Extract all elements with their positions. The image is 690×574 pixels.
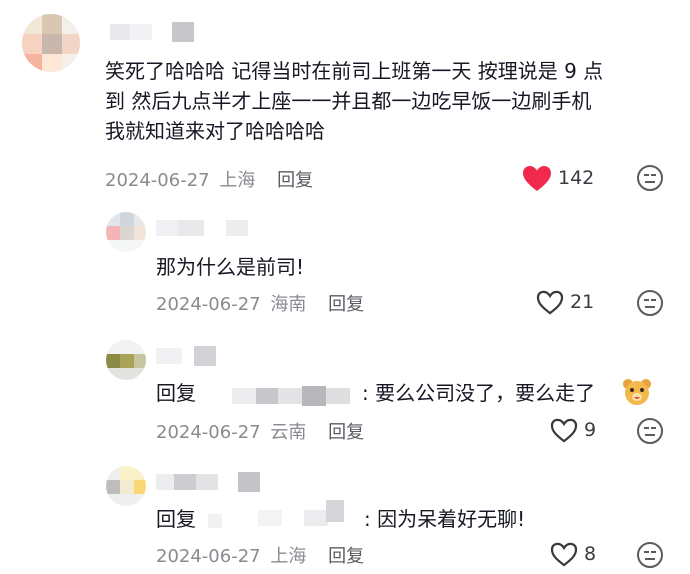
username[interactable] [156, 470, 266, 492]
reply-prefix: 回复 [156, 507, 196, 531]
reply-date: 2024-06-27 [156, 546, 261, 567]
reply-prefix: 回复 [156, 381, 196, 405]
avatar[interactable] [106, 340, 146, 380]
meh-face-icon[interactable] [637, 290, 663, 316]
avatar[interactable] [22, 14, 80, 72]
meh-face-icon[interactable] [637, 542, 663, 568]
heart-icon [536, 290, 564, 315]
heart-icon [550, 418, 578, 443]
reply-button[interactable]: 回复 [328, 422, 364, 443]
avatar[interactable] [106, 466, 146, 506]
reply-text: 那为什么是前司! [156, 255, 305, 279]
like-button[interactable]: 9 [550, 416, 610, 446]
comment-date: 2024-06-27 [105, 170, 210, 191]
username[interactable] [110, 20, 200, 42]
like-button[interactable]: 8 [550, 540, 610, 570]
mentioned-user[interactable] [208, 500, 358, 530]
reply-date: 2024-06-27 [156, 294, 261, 315]
reply-location: 云南 [270, 422, 307, 443]
reply-button[interactable]: 回复 [328, 546, 364, 567]
reply-location: 海南 [270, 294, 307, 315]
comment-text-line: 到 然后九点半才上座一一并且都一边吃早饭一边刷手机 [105, 89, 592, 113]
like-count: 142 [558, 167, 595, 189]
like-button[interactable]: 21 [536, 288, 606, 318]
mentioned-user[interactable] [232, 384, 362, 408]
meh-face-icon[interactable] [637, 165, 663, 191]
heart-icon [550, 542, 578, 567]
comment-text-line: 笑死了哈哈哈 记得当时在前司上班第一天 按理说是 9 点 [105, 59, 604, 83]
reply-date: 2024-06-27 [156, 422, 261, 443]
meh-face-icon[interactable] [637, 418, 663, 444]
reply-button[interactable]: 回复 [277, 170, 313, 191]
like-count: 8 [584, 543, 597, 565]
avatar[interactable] [106, 212, 146, 252]
heart-icon [522, 165, 552, 192]
username[interactable] [156, 344, 226, 366]
bear-face-emoji [622, 376, 652, 406]
reply-button[interactable]: 回复 [328, 294, 364, 315]
like-count: 9 [584, 419, 597, 441]
reply-location: 上海 [270, 546, 307, 567]
like-count: 21 [570, 291, 595, 313]
username[interactable] [156, 216, 286, 238]
like-button[interactable]: 142 [522, 163, 602, 193]
comment-text-line: 我就知道来对了哈哈哈哈 [105, 119, 325, 143]
reply-text: : 因为呆着好无聊! [364, 507, 526, 531]
reply-text: : 要么公司没了，要么走了 [362, 381, 596, 405]
comment-location: 上海 [219, 170, 256, 191]
